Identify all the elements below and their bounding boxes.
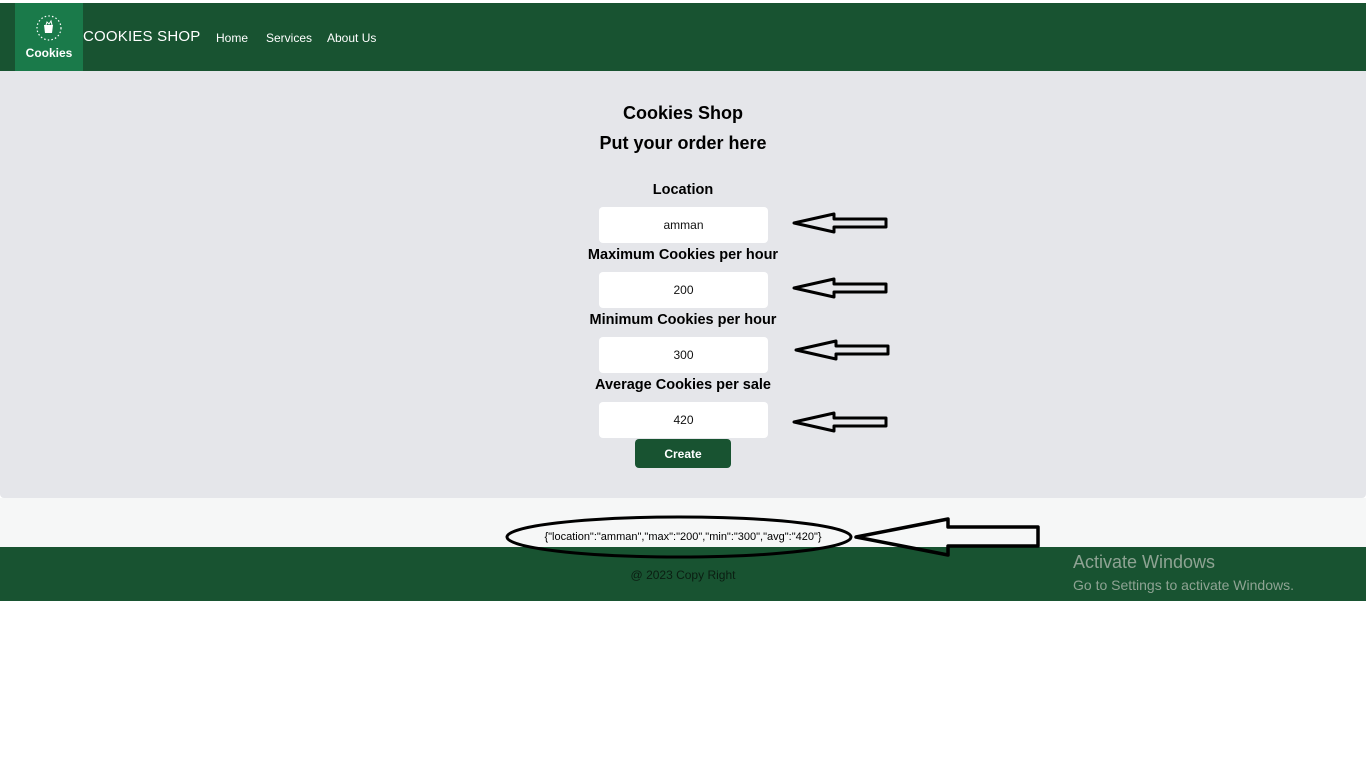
nav-about-us[interactable]: About Us [327, 31, 376, 45]
json-output: {"location":"amman","max":"200","min":"3… [544, 531, 822, 543]
arrow-annotation-icon [792, 411, 888, 433]
logo-text: Cookies [25, 46, 73, 60]
nav-home[interactable]: Home [216, 31, 248, 45]
max-cookies-input[interactable] [599, 272, 768, 308]
order-form-section: Cookies Shop Put your order here Locatio… [0, 71, 1366, 498]
navbar: Cookies COOKIES SHOP Home Services About… [0, 3, 1366, 71]
page-subtitle: Put your order here [599, 133, 767, 153]
location-input[interactable] [599, 207, 768, 243]
arrow-annotation-icon [794, 339, 890, 361]
watermark-subtitle: Go to Settings to activate Windows. [1073, 577, 1294, 593]
avg-cookies-input[interactable] [599, 402, 768, 438]
brand-title[interactable]: COOKIES SHOP [83, 28, 200, 45]
min-cookies-input[interactable] [599, 337, 768, 373]
cookie-logo-icon [36, 15, 62, 41]
watermark-title: Activate Windows [1073, 552, 1216, 572]
create-button[interactable]: Create [635, 439, 731, 468]
page-title: Cookies Shop [622, 103, 743, 123]
min-cookies-label: Minimum Cookies per hour [589, 312, 777, 328]
arrow-annotation-icon [792, 277, 888, 299]
nav-services[interactable]: Services [266, 31, 312, 45]
logo[interactable]: Cookies [15, 3, 83, 71]
max-cookies-label: Maximum Cookies per hour [587, 247, 779, 263]
avg-cookies-label: Average Cookies per sale [595, 377, 771, 393]
location-label: Location [652, 182, 714, 198]
windows-activation-watermark: Activate Windows Go to Settings to activ… [1073, 552, 1294, 593]
arrow-annotation-icon [792, 212, 888, 234]
